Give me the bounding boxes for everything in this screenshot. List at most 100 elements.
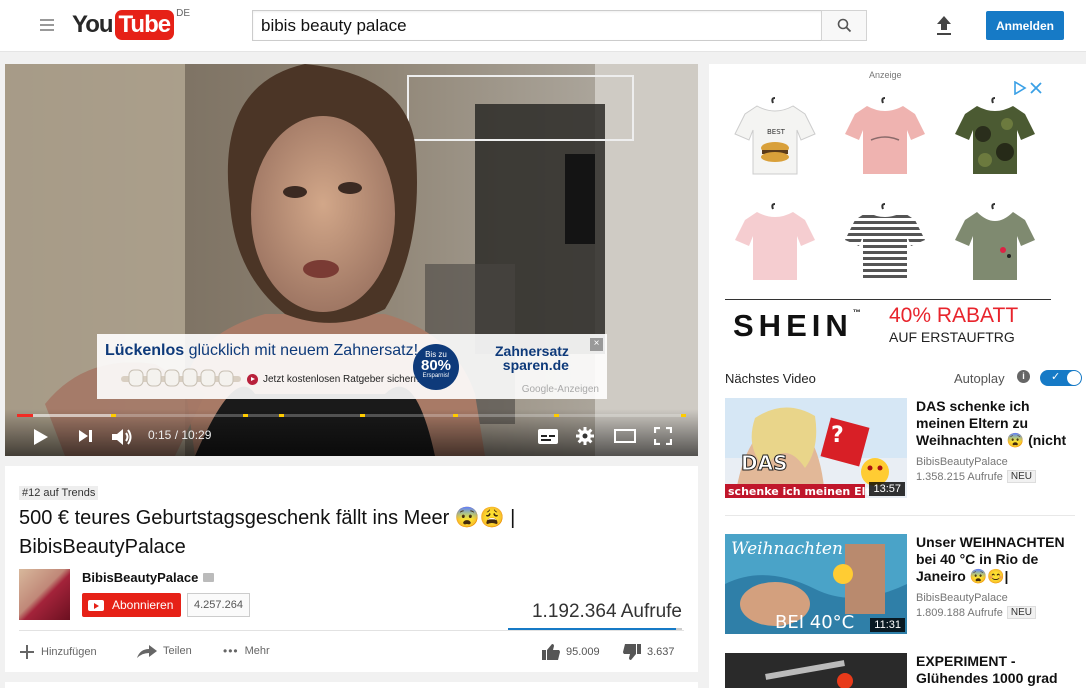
- add-to-button[interactable]: Hinzufügen: [19, 644, 97, 660]
- masthead: You Tube DE bibis beauty palace Anmelden: [0, 0, 1086, 52]
- trend-badge[interactable]: #12 auf Trends: [19, 486, 99, 500]
- upload-icon: [937, 16, 951, 35]
- overlay-ad[interactable]: Lückenlos glücklich mit neuem Zahnersatz…: [97, 334, 607, 399]
- search-button[interactable]: [821, 10, 867, 41]
- new-badge: NEU: [1006, 606, 1036, 619]
- thumbnail-text-top: DAS: [741, 451, 787, 475]
- logo-you-text: You: [72, 11, 114, 38]
- share-label: Teilen: [163, 645, 192, 657]
- view-count: 1.358.215 Aufrufe NEU: [916, 470, 1036, 483]
- shirt-image: [955, 203, 1035, 280]
- trademark-mark: ™: [852, 308, 861, 317]
- video-duration: 13:57: [869, 482, 905, 496]
- adchoices-icon[interactable]: [1013, 81, 1045, 95]
- shirt-image: [845, 97, 925, 174]
- guide-menu-icon[interactable]: [40, 19, 54, 31]
- player-controls: 0:15 / 10:29: [5, 409, 698, 456]
- more-label: Mehr: [244, 645, 270, 657]
- shirt-image: [845, 203, 925, 280]
- view-count-text: 1.358.215 Aufrufe: [916, 470, 1003, 483]
- shein-brand-text: SHEIN: [733, 308, 853, 343]
- thumbnail-text-bottom: BEI 40°C: [775, 612, 854, 633]
- video-player[interactable]: Lückenlos glücklich mit neuem Zahnersatz…: [5, 64, 698, 456]
- youtube-play-icon: [88, 599, 104, 611]
- channel-avatar[interactable]: [19, 569, 70, 620]
- new-badge: NEU: [1006, 470, 1036, 483]
- progress-played: [17, 414, 34, 417]
- recommended-video[interactable]: DAS ? schenke ich meinen Eltern 13:57 DA…: [725, 398, 1075, 498]
- ad-marker: [111, 414, 116, 417]
- ad-marker: [279, 414, 284, 417]
- dislike-button[interactable]: 3.637: [623, 644, 675, 660]
- share-arrow-icon: [137, 645, 157, 658]
- channel-name: BibisBeautyPalace: [916, 592, 1008, 604]
- volume-icon[interactable]: [112, 428, 134, 446]
- video-thumbnail[interactable]: Weihnachten BEI 40°C 11:31: [725, 534, 907, 634]
- ad-marker: [360, 414, 365, 417]
- shein-discount: 40% RABATT: [889, 304, 1019, 327]
- video-thumbnail[interactable]: DAS ? schenke ich meinen Eltern 13:57: [725, 398, 907, 498]
- share-button[interactable]: Teilen: [137, 644, 192, 658]
- autoplay-toggle[interactable]: ✓: [1040, 370, 1082, 386]
- dental-bridge-image: [121, 368, 241, 387]
- search-input[interactable]: bibis beauty palace: [252, 10, 822, 41]
- overlay-ad-cta[interactable]: Jetzt kostenlosen Ratgeber sichern!: [247, 374, 422, 385]
- next-icon[interactable]: [79, 429, 93, 443]
- channel-name-text: BibisBeautyPalace: [82, 570, 199, 585]
- thumbnail-text-top: Weihnachten: [731, 539, 843, 559]
- more-button[interactable]: ••• Mehr: [223, 644, 270, 658]
- thumbnail-image: [725, 653, 907, 688]
- thumbnail-text-bottom: schenke ich meinen Eltern: [728, 485, 891, 498]
- shein-logo: SHEIN™: [733, 308, 861, 344]
- overlay-ad-badge: Bis zu 80% Ersparnis!: [413, 344, 459, 390]
- youtube-logo[interactable]: You Tube DE: [72, 8, 190, 40]
- shirt-image: [735, 203, 815, 280]
- ad-marker: [243, 414, 248, 417]
- like-count: 95.009: [566, 646, 600, 658]
- fullscreen-icon[interactable]: [654, 427, 672, 445]
- plus-icon: [20, 645, 34, 659]
- signin-button[interactable]: Anmelden: [986, 11, 1064, 40]
- checkmark-icon: ✓: [1051, 371, 1061, 383]
- overlay-ad-cta-text: Jetzt kostenlosen Ratgeber sichern!: [263, 374, 422, 385]
- view-count-text: 1.809.188 Aufrufe: [916, 606, 1003, 619]
- ad-marker: [453, 414, 458, 417]
- subtitles-icon[interactable]: [538, 429, 558, 444]
- video-thumbnail[interactable]: [725, 653, 907, 688]
- recommended-video[interactable]: EXPERIMENT - Glühendes 1000 grad: [725, 653, 1075, 688]
- channel-name[interactable]: BibisBeautyPalace: [82, 570, 215, 585]
- shein-discount-sub: AUF ERSTAUFTRG: [889, 329, 1015, 345]
- video-info: #12 auf Trends 500 € teures Geburtstagsg…: [5, 466, 698, 672]
- description-card: [5, 682, 698, 688]
- progress-bar[interactable]: [17, 414, 686, 417]
- video-title: 500 € teures Geburtstagsgeschenk fällt i…: [19, 507, 516, 558]
- video-title[interactable]: Unser WEIHNACHTEN bei 40 °C in Rio de Ja…: [916, 534, 1074, 585]
- shirt-image: [955, 97, 1035, 174]
- channel-name: BibisBeautyPalace: [916, 456, 1008, 468]
- video-title[interactable]: EXPERIMENT - Glühendes 1000 grad: [916, 653, 1074, 687]
- theater-mode-icon[interactable]: [614, 429, 636, 443]
- ad-marker: [554, 414, 559, 417]
- add-to-label: Hinzufügen: [41, 646, 97, 658]
- settings-gear-icon[interactable]: [576, 427, 594, 445]
- recommended-video[interactable]: Weihnachten BEI 40°C 11:31 Unser WEIHNAC…: [725, 534, 1075, 634]
- more-dots-icon: •••: [223, 644, 239, 658]
- brand-line-2: sparen.de: [502, 357, 569, 373]
- question-mark-glyph: ?: [831, 423, 844, 448]
- like-button[interactable]: 95.009: [542, 644, 600, 660]
- info-icon[interactable]: i: [1017, 370, 1030, 383]
- ad-marker: [681, 414, 686, 417]
- up-next-label: Nächstes Video: [725, 371, 816, 386]
- upload-button[interactable]: [934, 13, 954, 37]
- video-title[interactable]: DAS schenke ich meinen Eltern zu Weihnac…: [916, 398, 1074, 449]
- verified-icon: [203, 573, 215, 582]
- overlay-ad-close-button[interactable]: ×: [590, 338, 603, 351]
- subscribe-button[interactable]: Abonnieren: [82, 593, 182, 617]
- overlay-ad-brand: Zahnersatz sparen.de: [495, 344, 569, 372]
- overlay-ad-headline: Lückenlos glücklich mit neuem Zahnersatz…: [105, 342, 419, 359]
- subscribe-label: Abonnieren: [112, 598, 174, 612]
- video-duration: 11:31: [870, 618, 905, 632]
- badge-value: 80%: [420, 357, 452, 374]
- shirt-print-text: BEST: [767, 128, 786, 136]
- play-icon[interactable]: [34, 429, 48, 445]
